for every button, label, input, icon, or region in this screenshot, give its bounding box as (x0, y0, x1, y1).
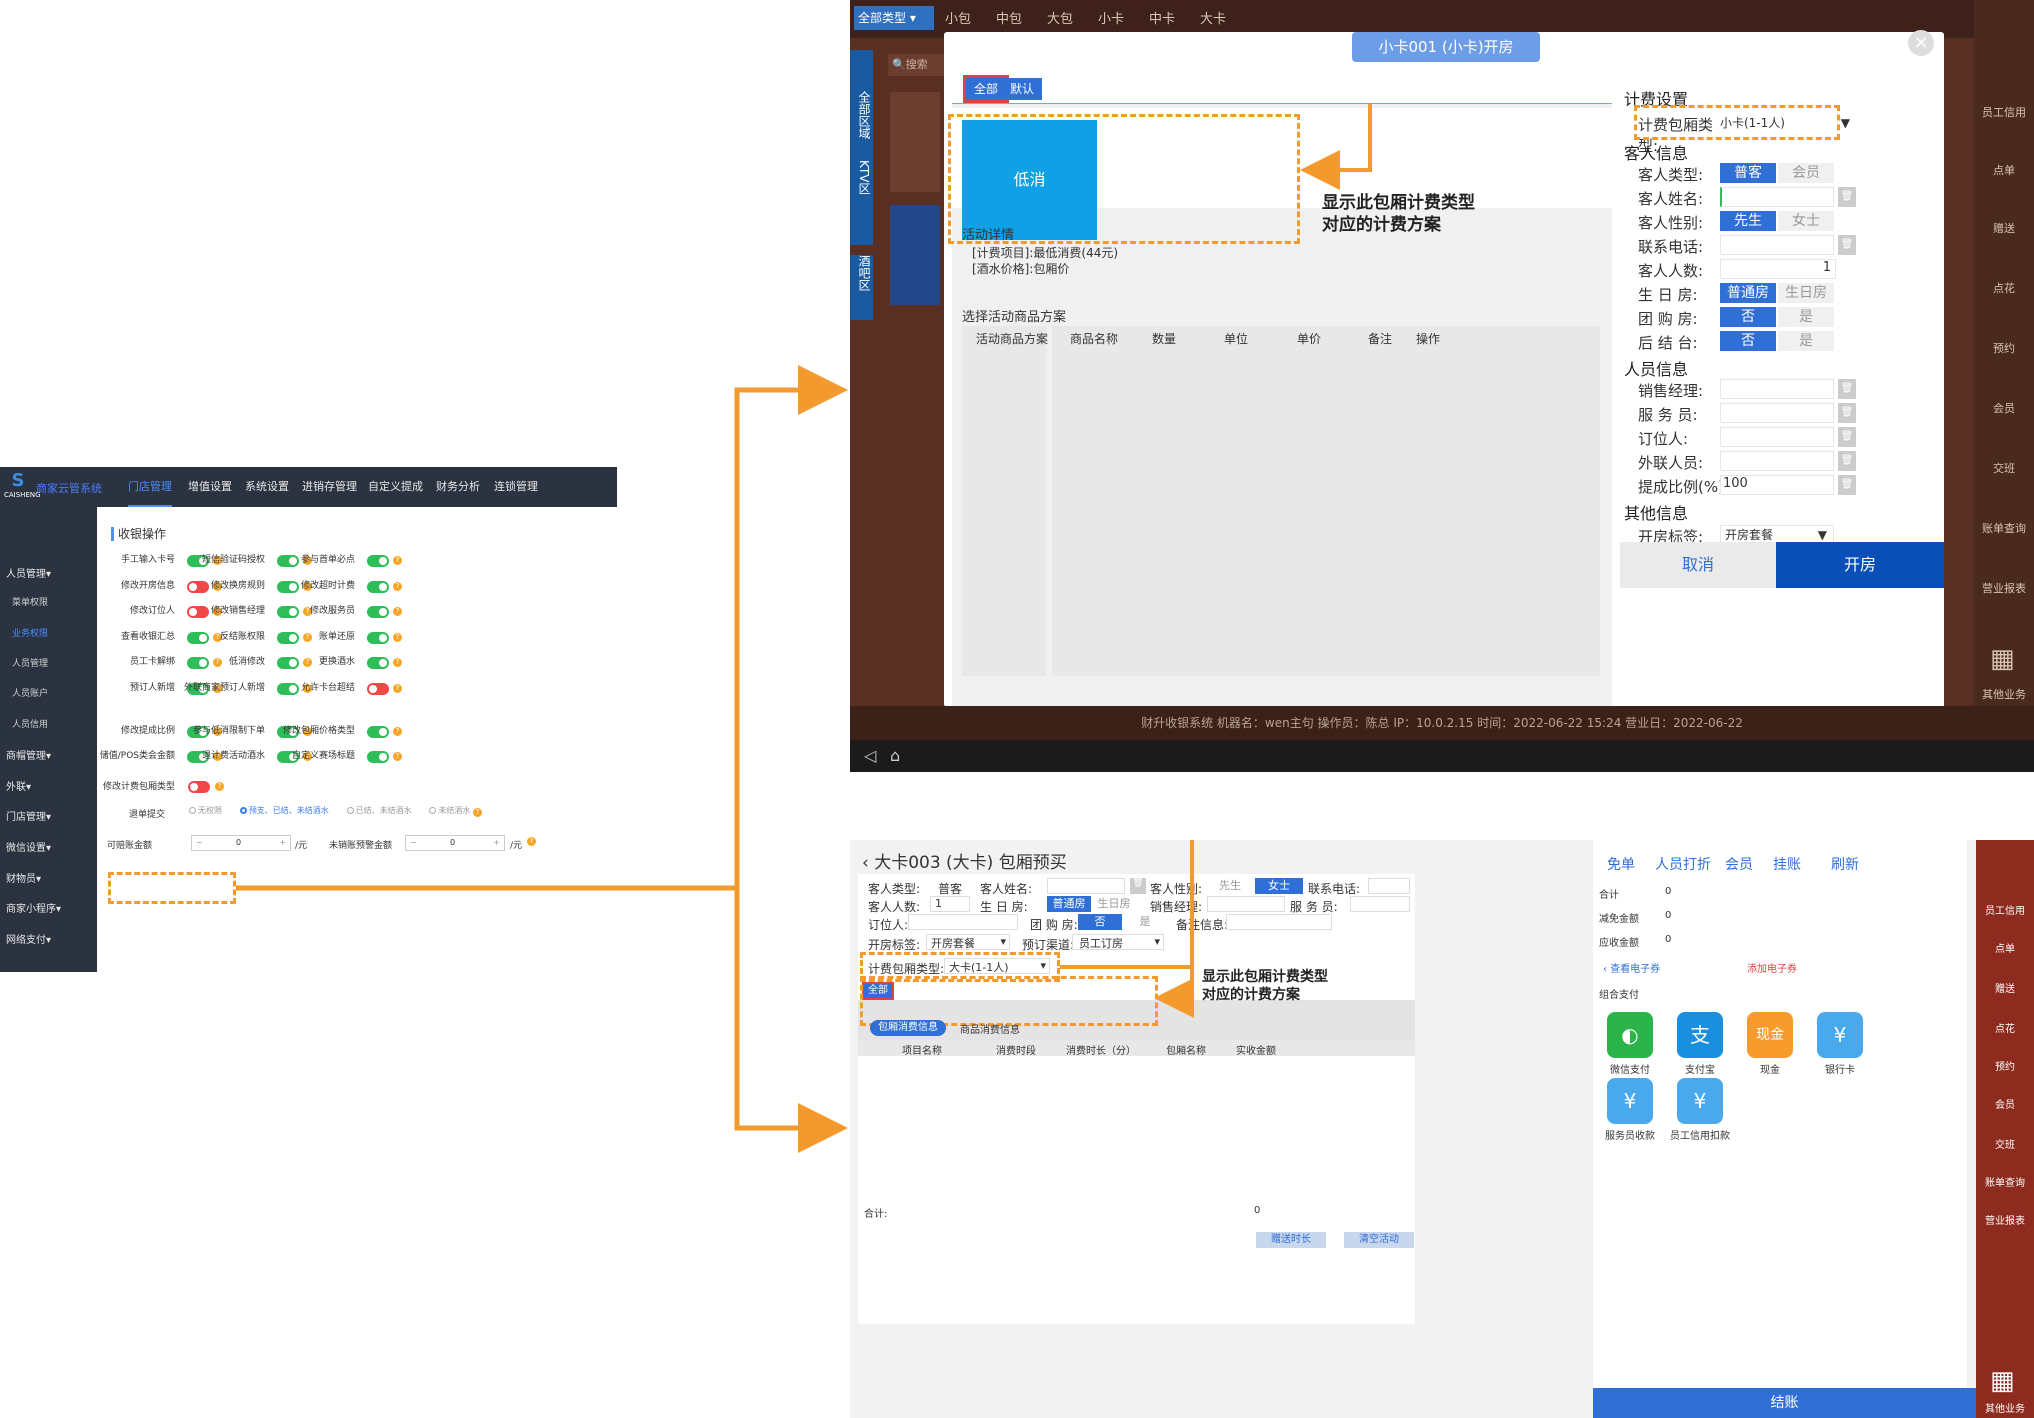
rail-staff-credit[interactable]: 员工信用 (1976, 902, 2034, 917)
wechat-pay-icon[interactable]: ◐ (1607, 1012, 1653, 1058)
android-nav: ◁ ⌂ (850, 740, 2034, 772)
discount-value: 0 (1665, 910, 1672, 921)
discount-label: 减免金额 (1599, 914, 1639, 925)
member-button[interactable]: 会员 (1725, 854, 1753, 874)
rail-report[interactable]: 营业报表 (1976, 1212, 2034, 1227)
rail-shift[interactable]: 交班 (1976, 1136, 2034, 1151)
rail-flower[interactable]: 点花 (1976, 1020, 2034, 1035)
callout-note-top: 显示此包厢计费类型 对应的计费方案 (1322, 193, 1475, 235)
rail-bill-query[interactable]: 账单查询 (1976, 1174, 2034, 1189)
callout-arrow-bottom (1060, 840, 1194, 1018)
sum-value: 0 (1665, 886, 1672, 897)
waiter-collect-label[interactable]: 服务员收款 (1595, 1127, 1665, 1142)
refresh-button[interactable]: 刷新 (1831, 854, 1859, 874)
payment-panel: 免单 人员打折 会员 挂账 刷新 合计 0 减免金额 0 应收金额 0 ‹ 查看… (1593, 840, 1967, 1418)
cash-label[interactable]: 现金 (1735, 1061, 1805, 1076)
back-icon[interactable]: ◁ (864, 746, 876, 765)
cash-icon[interactable]: 现金 (1747, 1012, 1793, 1058)
rail-gift[interactable]: 赠送 (1976, 980, 2034, 995)
rail-other[interactable]: 其他业务 (1976, 1400, 2034, 1415)
combo-pay-label: 组合支付 (1599, 990, 1639, 1001)
rail-order[interactable]: 点单 (1976, 940, 2034, 955)
status-line: 财升收银系统 机器名：wen主句 操作员：陈总 IP：10.0.2.15 时间：… (850, 706, 2034, 740)
on-account-button[interactable]: 挂账 (1773, 854, 1801, 874)
checkout-button[interactable]: 结账 (1593, 1388, 1976, 1418)
wechat-pay-label[interactable]: 微信支付 (1595, 1061, 1665, 1076)
due-value: 0 (1665, 934, 1672, 945)
alipay-label[interactable]: 支付宝 (1665, 1061, 1735, 1076)
waiter-collect-icon[interactable]: ¥ (1607, 1078, 1653, 1124)
rail-member[interactable]: 会员 (1976, 1096, 2034, 1111)
alipay-icon[interactable]: 支 (1677, 1012, 1723, 1058)
bank-card-label[interactable]: 银行卡 (1805, 1061, 1875, 1076)
room-prebuy-screen: ‹ 大卡003 (大卡) 包厢预买 客人类型: 普客 客人姓名: 🗑 客人性别:… (850, 840, 2034, 1418)
right-rail: 员工信用 点单 赠送 点花 预约 会员 交班 账单查询 营业报表 其他业务 ▦ (1976, 840, 2034, 1418)
callout-arrow-top (1300, 104, 1372, 190)
bank-card-icon[interactable]: ¥ (1817, 1012, 1863, 1058)
home-icon[interactable]: ⌂ (890, 746, 900, 765)
due-label: 应收金额 (1599, 938, 1639, 949)
grid-icon[interactable]: ▦ (1990, 1366, 2015, 1396)
staff-discount-button[interactable]: 人员打折 (1655, 854, 1711, 874)
add-coupon-link[interactable]: 添加电子券 (1747, 960, 1797, 975)
rail-booking[interactable]: 预约 (1976, 1058, 2034, 1073)
staff-credit-icon[interactable]: ¥ (1677, 1078, 1723, 1124)
staff-credit-label[interactable]: 员工信用扣款 (1665, 1127, 1735, 1142)
free-button[interactable]: 免单 (1607, 854, 1635, 874)
callout-note-bottom: 显示此包厢计费类型 对应的计费方案 (1202, 969, 1328, 1003)
view-coupon-link[interactable]: ‹ 查看电子券 (1603, 960, 1660, 975)
open-room-screen: 全部类型 ▾ 小包 中包 大包 小卡 中卡 大卡 🔍搜索 全部区域 KTV区 酒… (850, 0, 2034, 772)
sum-label: 合计 (1599, 890, 1619, 901)
